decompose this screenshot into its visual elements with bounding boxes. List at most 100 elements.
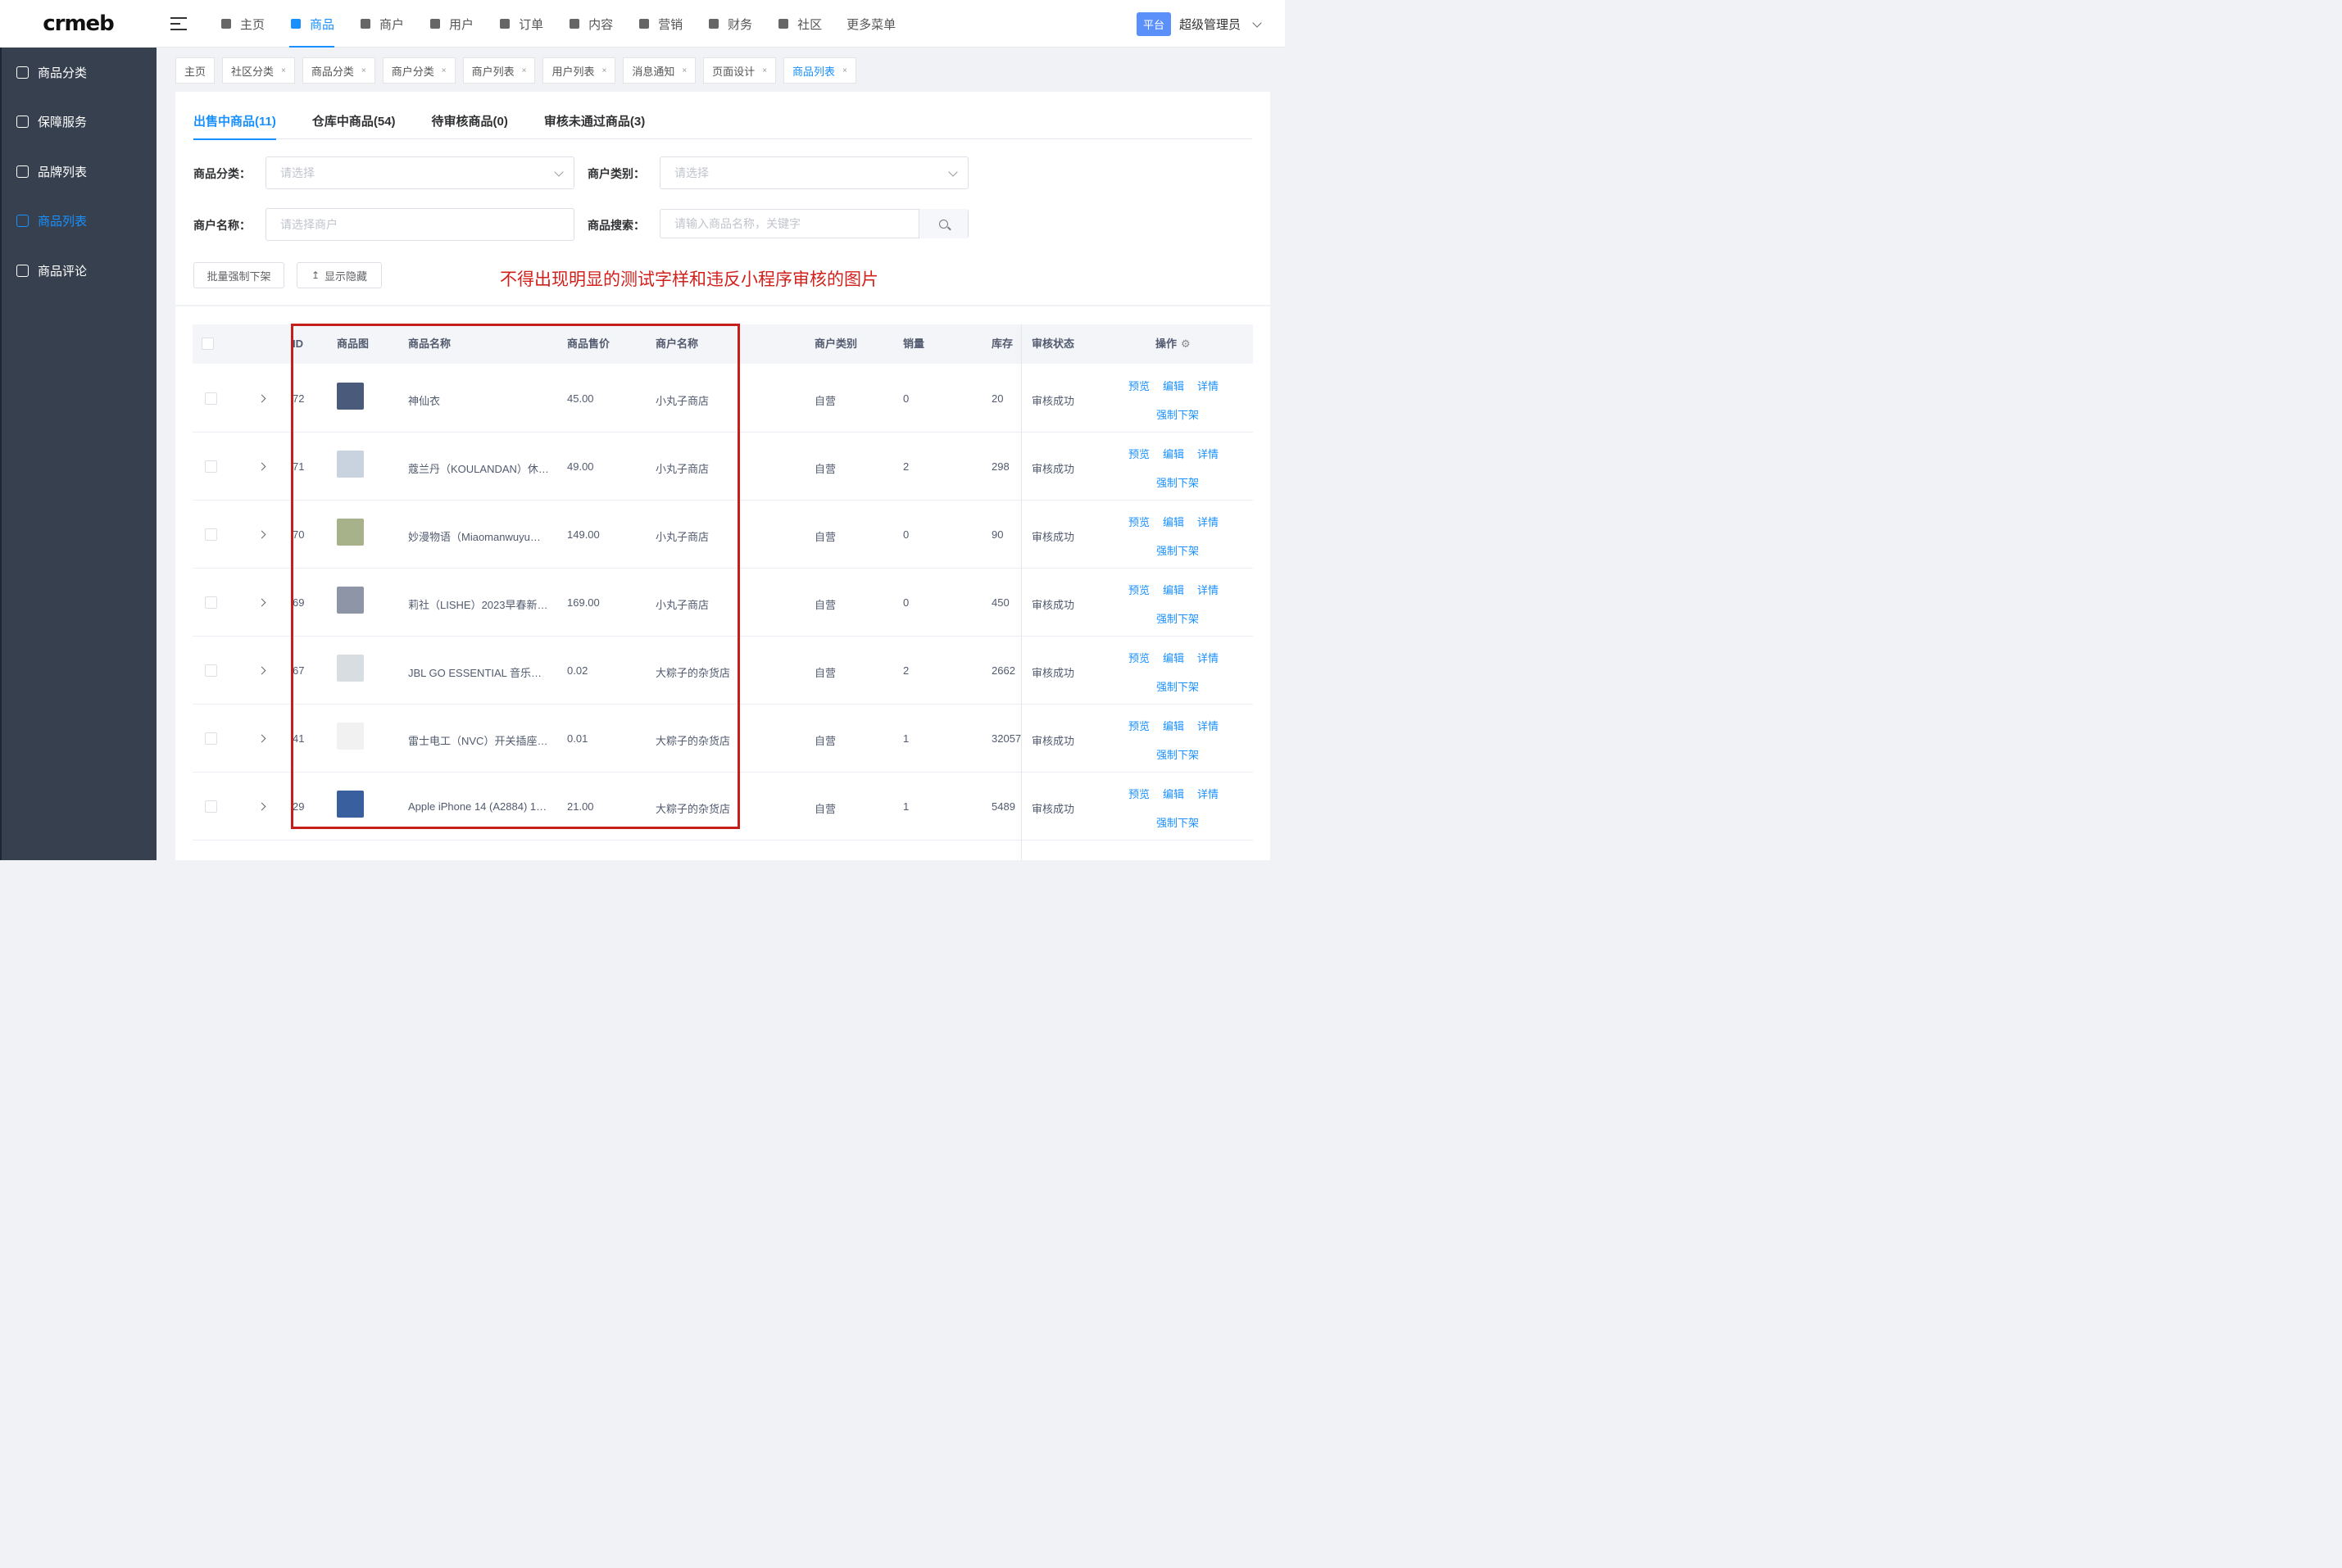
- sidebar-item[interactable]: 保障服务: [2, 97, 157, 147]
- preview-link[interactable]: 预览: [1128, 446, 1150, 461]
- chevron-down-icon[interactable]: [1252, 17, 1262, 28]
- settings-icon[interactable]: ⚙: [1181, 324, 1191, 364]
- merchant-type-select[interactable]: 请选择: [660, 156, 969, 189]
- row-checkbox[interactable]: [205, 528, 217, 541]
- tab-item[interactable]: 待审核商品(0): [432, 106, 508, 139]
- close-icon[interactable]: ×: [522, 66, 527, 75]
- chevron-right-icon[interactable]: [257, 598, 266, 607]
- tag-item[interactable]: 商品分类 ×: [302, 57, 375, 84]
- logo[interactable]: crmeb: [0, 0, 157, 48]
- close-icon[interactable]: ×: [281, 66, 286, 75]
- admin-name[interactable]: 超级管理员: [1179, 16, 1241, 33]
- close-icon[interactable]: ×: [682, 66, 687, 75]
- cell-id: 72: [293, 392, 305, 405]
- force-off-link[interactable]: 强制下架: [1156, 610, 1199, 626]
- tag-item[interactable]: 用户列表 ×: [542, 57, 616, 84]
- edit-link[interactable]: 编辑: [1163, 378, 1184, 393]
- chevron-right-icon[interactable]: [257, 666, 266, 675]
- close-icon[interactable]: ×: [442, 66, 447, 75]
- row-checkbox[interactable]: [205, 392, 217, 405]
- search-button[interactable]: [919, 209, 968, 238]
- tab-item[interactable]: 仓库中商品(54): [312, 106, 396, 139]
- edit-link[interactable]: 编辑: [1163, 786, 1184, 801]
- preview-link[interactable]: 预览: [1128, 378, 1150, 393]
- tag-item[interactable]: 社区分类 ×: [222, 57, 295, 84]
- detail-link[interactable]: 详情: [1197, 650, 1219, 665]
- tab-item[interactable]: 出售中商品(11): [193, 106, 276, 140]
- top-nav-item[interactable]: 社区: [765, 0, 834, 48]
- row-checkbox[interactable]: [205, 596, 217, 609]
- tag-item[interactable]: 页面设计 ×: [703, 57, 777, 84]
- chevron-right-icon[interactable]: [257, 530, 266, 539]
- edit-link[interactable]: 编辑: [1163, 718, 1184, 733]
- detail-link[interactable]: 详情: [1197, 582, 1219, 597]
- tag-item[interactable]: 消息通知 ×: [623, 57, 697, 84]
- detail-link[interactable]: 详情: [1197, 786, 1219, 801]
- tag-item[interactable]: 商户分类 ×: [382, 57, 456, 84]
- force-off-link[interactable]: 强制下架: [1156, 746, 1199, 762]
- product-thumbnail[interactable]: [337, 383, 364, 410]
- top-nav-item[interactable]: 商户: [347, 0, 416, 48]
- row-checkbox[interactable]: [205, 800, 217, 813]
- close-icon[interactable]: ×: [842, 66, 847, 75]
- top-nav-item[interactable]: 订单: [486, 0, 556, 48]
- force-off-link[interactable]: 强制下架: [1156, 542, 1199, 558]
- tag-item[interactable]: 商户列表 ×: [462, 57, 536, 84]
- product-thumbnail[interactable]: [337, 451, 364, 478]
- product-thumbnail[interactable]: [337, 791, 364, 818]
- tag-item[interactable]: 主页: [175, 57, 216, 84]
- sidebar-item[interactable]: 商品评论: [2, 246, 157, 296]
- row-checkbox[interactable]: [205, 460, 217, 473]
- product-thumbnail[interactable]: [337, 519, 364, 546]
- row-checkbox[interactable]: [205, 732, 217, 745]
- close-icon[interactable]: ×: [361, 66, 366, 75]
- chevron-right-icon[interactable]: [257, 734, 266, 743]
- tag-item[interactable]: 商品列表 ×: [783, 57, 856, 84]
- tags-view: 主页 社区分类 × 商品分类 × 商户分类 × 商户列表 × 用户列表 × 消息通知 × 页面设计 × 商品列…: [175, 57, 856, 84]
- product-thumbnail[interactable]: [337, 723, 364, 750]
- detail-link[interactable]: 详情: [1197, 446, 1219, 461]
- force-off-link[interactable]: 强制下架: [1156, 406, 1199, 422]
- search-input[interactable]: 请输入商品名称，关键字: [660, 209, 969, 238]
- force-off-link[interactable]: 强制下架: [1156, 678, 1199, 694]
- force-off-link[interactable]: 强制下架: [1156, 474, 1199, 490]
- preview-link[interactable]: 预览: [1128, 650, 1150, 665]
- close-icon[interactable]: ×: [762, 66, 767, 75]
- edit-link[interactable]: 编辑: [1163, 650, 1184, 665]
- row-checkbox[interactable]: [205, 664, 217, 677]
- edit-link[interactable]: 编辑: [1163, 582, 1184, 597]
- top-nav-item[interactable]: 主页: [207, 0, 277, 48]
- preview-link[interactable]: 预览: [1128, 718, 1150, 733]
- edit-link[interactable]: 编辑: [1163, 446, 1184, 461]
- top-nav-item[interactable]: 营销: [625, 0, 695, 48]
- sidebar-item[interactable]: 商品列表: [2, 197, 157, 247]
- tab-item[interactable]: 审核未通过商品(3): [544, 106, 645, 139]
- category-select[interactable]: 请选择: [266, 156, 574, 189]
- chevron-right-icon[interactable]: [257, 802, 266, 811]
- preview-link[interactable]: 预览: [1128, 786, 1150, 801]
- detail-link[interactable]: 详情: [1197, 378, 1219, 393]
- menu-collapse-icon[interactable]: [170, 15, 188, 33]
- detail-link[interactable]: 详情: [1197, 514, 1219, 529]
- close-icon[interactable]: ×: [601, 66, 606, 75]
- chevron-right-icon[interactable]: [257, 394, 266, 403]
- top-nav-item[interactable]: 更多菜单: [834, 0, 908, 48]
- preview-link[interactable]: 预览: [1128, 582, 1150, 597]
- preview-link[interactable]: 预览: [1128, 514, 1150, 529]
- top-nav-item[interactable]: 内容: [556, 0, 625, 48]
- chevron-right-icon[interactable]: [257, 462, 266, 471]
- top-nav-item[interactable]: 财务: [695, 0, 765, 48]
- product-thumbnail[interactable]: [337, 655, 364, 682]
- edit-link[interactable]: 编辑: [1163, 514, 1184, 529]
- show-hidden-button[interactable]: ↥ 显示隐藏: [297, 262, 382, 288]
- top-nav-item[interactable]: 商品: [277, 0, 347, 48]
- force-off-link[interactable]: 强制下架: [1156, 814, 1199, 830]
- product-thumbnail[interactable]: [337, 587, 364, 614]
- sidebar-item[interactable]: 商品分类: [2, 48, 157, 97]
- top-nav-item[interactable]: 用户: [416, 0, 486, 48]
- select-all-checkbox[interactable]: [202, 338, 214, 350]
- batch-force-off-button[interactable]: 批量强制下架: [193, 262, 284, 288]
- sidebar-item[interactable]: 品牌列表: [2, 147, 157, 197]
- detail-link[interactable]: 详情: [1197, 718, 1219, 733]
- merchant-name-select[interactable]: 请选择商户: [266, 208, 574, 241]
